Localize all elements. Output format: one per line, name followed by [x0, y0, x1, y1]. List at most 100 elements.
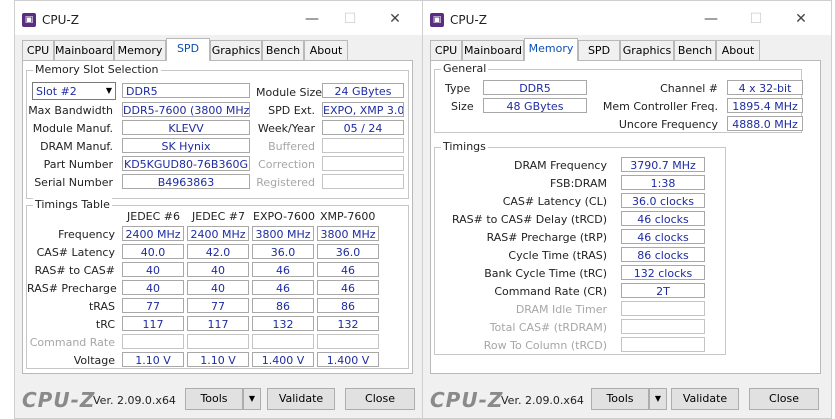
module-size-label: Module Size — [256, 86, 323, 99]
timing-cell: 117 — [122, 316, 184, 331]
timing-label: Cycle Time (tRAS) — [508, 249, 607, 262]
timing-cell: 36.0 — [317, 244, 379, 259]
title-bar: ▣ CPU-Z — ☐ ✕ — [15, 1, 423, 35]
tab-about[interactable]: About — [716, 40, 760, 60]
tab-graphics[interactable]: Graphics — [210, 40, 262, 60]
timing-cell: 3800 MHz — [252, 226, 314, 241]
slot-select[interactable]: Slot #2 ▼ — [32, 82, 116, 100]
timing-label: DRAM Frequency — [513, 159, 607, 172]
chevron-down-icon: ▼ — [105, 86, 112, 95]
timing-value — [621, 337, 705, 352]
memory-panel: General Type DDR5 Channel # 4 x 32-bit S… — [430, 60, 821, 374]
timing-cell: 86 — [317, 298, 379, 313]
tools-button[interactable]: Tools — [185, 388, 243, 410]
bottom-bar: CPU-Z Ver. 2.09.0.x64 Tools ▼ Validate C… — [15, 380, 423, 418]
cpuz-window-spd: ▣ CPU-Z — ☐ ✕ CPU Mainboard Memory SPD G… — [14, 0, 424, 419]
validate-button[interactable]: Validate — [671, 388, 739, 410]
memory-slot-selection-group: Memory Slot Selection Slot #2 ▼ DDR5 Mod… — [26, 63, 409, 199]
timing-cell: 117 — [187, 316, 249, 331]
timing-value: 2T — [621, 283, 705, 298]
tab-spd[interactable]: SPD — [578, 40, 620, 60]
timing-cell: 42.0 — [187, 244, 249, 259]
spd-ext-field: EXPO, XMP 3.0 — [322, 102, 404, 117]
tab-graphics[interactable]: Graphics — [620, 40, 674, 60]
timing-label: RAS# to CAS# Delay (tRCD) — [451, 213, 607, 226]
part-number-label: Part Number — [43, 158, 113, 171]
timing-cell: 2400 MHz — [187, 226, 249, 241]
timing-cell: 36.0 — [252, 244, 314, 259]
registered-field — [322, 174, 404, 189]
window-title: CPU-Z — [450, 13, 487, 27]
close-icon[interactable]: ✕ — [380, 9, 410, 29]
timing-label: Row To Column (tRCD) — [483, 339, 607, 352]
close-icon[interactable]: ✕ — [786, 9, 816, 29]
timing-cell — [122, 334, 184, 349]
mem-controller-freq-field: 1895.4 MHz — [727, 98, 803, 113]
type-label: Type — [445, 82, 471, 95]
column-header: XMP-7600 — [320, 210, 376, 223]
type-field: DDR5 — [483, 80, 587, 95]
cpuz-window-memory: ▣ CPU-Z — ☐ ✕ CPU Mainboard Memory SPD G… — [422, 0, 832, 419]
timing-cell: 46 — [252, 262, 314, 277]
column-header: EXPO-7600 — [253, 210, 316, 223]
module-size-field: 24 GBytes — [322, 83, 404, 98]
cpuz-logo: CPU-Z — [430, 388, 504, 412]
uncore-frequency-field: 4888.0 MHz — [727, 116, 803, 131]
window-title: CPU-Z — [42, 13, 79, 27]
row-label: CAS# Latency — [36, 246, 115, 259]
chevron-down-icon: ▼ — [248, 394, 256, 403]
timing-cell: 1.400 V — [317, 352, 379, 367]
cpuz-logo: CPU-Z — [22, 388, 96, 412]
timing-cell — [252, 334, 314, 349]
tools-dropdown-arrow[interactable]: ▼ — [649, 388, 667, 410]
tab-memory[interactable]: Memory — [524, 38, 578, 61]
close-button[interactable]: Close — [749, 388, 819, 410]
bottom-bar: CPU-Z Ver. 2.09.0.x64 Tools ▼ Validate C… — [423, 380, 831, 418]
size-label: Size — [451, 100, 474, 113]
tab-spd[interactable]: SPD — [166, 38, 210, 61]
timing-cell: 46 — [252, 280, 314, 295]
tab-bench[interactable]: Bench — [262, 40, 304, 60]
tab-memory[interactable]: Memory — [114, 40, 166, 60]
tab-cpu[interactable]: CPU — [430, 40, 462, 60]
tab-mainboard[interactable]: Mainboard — [462, 40, 524, 60]
group-title: Timings Table — [33, 198, 112, 211]
timing-cell: 77 — [187, 298, 249, 313]
minimize-icon[interactable]: — — [696, 9, 726, 29]
timing-value: 1:38 — [621, 175, 705, 190]
module-manuf-label: Module Manuf. — [32, 122, 113, 135]
timing-cell: 2400 MHz — [122, 226, 184, 241]
timing-cell: 132 — [317, 316, 379, 331]
row-label: RAS# to CAS# — [34, 264, 115, 277]
serial-number-field: B4963863 — [122, 174, 250, 189]
module-manuf-field: KLEVV — [122, 120, 250, 135]
timing-cell: 132 — [252, 316, 314, 331]
tab-mainboard[interactable]: Mainboard — [54, 40, 114, 60]
minimize-icon[interactable]: — — [297, 9, 327, 29]
close-button[interactable]: Close — [345, 388, 415, 410]
size-field: 48 GBytes — [483, 98, 587, 113]
timing-value — [621, 301, 705, 316]
tools-dropdown-arrow[interactable]: ▼ — [243, 388, 261, 410]
group-title: Memory Slot Selection — [33, 63, 161, 76]
tab-cpu[interactable]: CPU — [22, 40, 54, 60]
row-label: Command Rate — [29, 336, 115, 349]
timing-cell: 46 — [317, 262, 379, 277]
title-bar: ▣ CPU-Z — ☐ ✕ — [423, 1, 831, 35]
tab-about[interactable]: About — [304, 40, 348, 60]
channel-field: 4 x 32-bit — [727, 80, 803, 95]
timing-label: Total CAS# (tRDRAM) — [489, 321, 607, 334]
validate-button[interactable]: Validate — [267, 388, 335, 410]
timing-cell: 1.10 V — [187, 352, 249, 367]
timing-cell: 1.10 V — [122, 352, 184, 367]
uncore-frequency-label: Uncore Frequency — [618, 118, 718, 131]
column-header: JEDEC #6 — [127, 210, 181, 223]
spd-panel: Memory Slot Selection Slot #2 ▼ DDR5 Mod… — [22, 60, 413, 374]
tools-button[interactable]: Tools — [591, 388, 649, 410]
tab-bench[interactable]: Bench — [674, 40, 716, 60]
timing-value: 132 clocks — [621, 265, 705, 280]
buffered-label: Buffered — [268, 140, 315, 153]
timing-cell: 40 — [187, 262, 249, 277]
correction-label: Correction — [258, 158, 315, 171]
cpuz-app-icon: ▣ — [22, 13, 36, 27]
